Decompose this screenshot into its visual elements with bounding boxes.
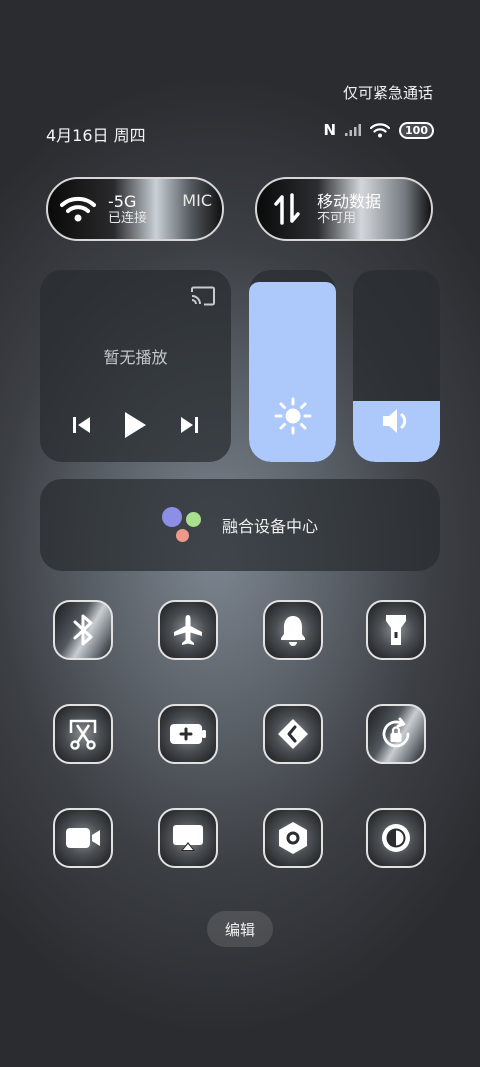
media-player-card[interactable]: 暂无播放: [40, 270, 231, 462]
screen-cast-toggle[interactable]: [158, 808, 218, 868]
airplane-icon: [174, 615, 202, 645]
screen-record-toggle[interactable]: [53, 808, 113, 868]
mobile-data-pill[interactable]: 移动数据 不可用: [255, 177, 433, 241]
flashlight-icon: [386, 615, 406, 645]
wifi-status-icon: [370, 122, 391, 137]
mobile-data-title: 移动数据: [317, 191, 382, 211]
battery-icon: 100: [399, 121, 434, 139]
screen-cast-icon: [173, 825, 203, 851]
date-text: 4月16日 周四: [46, 126, 146, 145]
cast-icon[interactable]: [190, 286, 216, 310]
emergency-call-text: 仅可紧急通话: [342, 84, 433, 102]
screenshot-toggle[interactable]: [53, 704, 113, 764]
wifi-extra-label: MIC: [182, 191, 212, 210]
wifi-icon: [60, 196, 96, 222]
rotation-lock-icon: [382, 717, 410, 748]
video-camera-icon: [66, 828, 100, 848]
link-share-icon: [278, 719, 308, 749]
previous-track-icon[interactable]: [71, 415, 93, 435]
sun-icon: [274, 397, 311, 435]
speaker-icon: [382, 409, 406, 433]
fusion-device-center[interactable]: 融合设备中心: [40, 479, 440, 571]
flashlight-toggle[interactable]: [366, 600, 426, 660]
volume-slider[interactable]: [353, 270, 440, 462]
status-bar-icons: N 100: [323, 121, 434, 139]
dark-mode-icon: [382, 824, 410, 852]
wifi-network-name: -5G: [108, 191, 137, 211]
bluetooth-icon: [73, 614, 93, 646]
link-share-toggle[interactable]: [263, 704, 323, 764]
data-arrows-icon: [274, 193, 300, 225]
wifi-status: 已连接: [108, 210, 148, 226]
fusion-label: 融合设备中心: [221, 517, 318, 536]
nfc-icon: N: [323, 121, 337, 139]
dark-mode-toggle[interactable]: [366, 808, 426, 868]
media-status-text: 暂无播放: [103, 348, 168, 367]
bluetooth-toggle[interactable]: [53, 600, 113, 660]
battery-saver-icon: [170, 724, 206, 744]
screenshot-scissors-icon: [69, 719, 97, 750]
wifi-pill[interactable]: -5G 已连接 MIC: [46, 177, 224, 241]
airplane-mode-toggle[interactable]: [158, 600, 218, 660]
rotation-lock-toggle[interactable]: [366, 704, 426, 764]
edit-button[interactable]: 编辑: [207, 911, 273, 947]
mobile-data-status: 不可用: [317, 210, 357, 226]
signal-icon: [345, 124, 362, 136]
bell-icon: [281, 616, 305, 646]
brightness-slider[interactable]: [249, 270, 336, 462]
sound-mode-toggle[interactable]: [263, 600, 323, 660]
next-track-icon[interactable]: [178, 415, 200, 435]
fusion-dots-icon: [161, 507, 206, 543]
battery-saver-toggle[interactable]: [158, 704, 218, 764]
settings-toggle[interactable]: [263, 808, 323, 868]
settings-hex-icon: [279, 822, 307, 854]
play-icon[interactable]: [122, 410, 148, 440]
